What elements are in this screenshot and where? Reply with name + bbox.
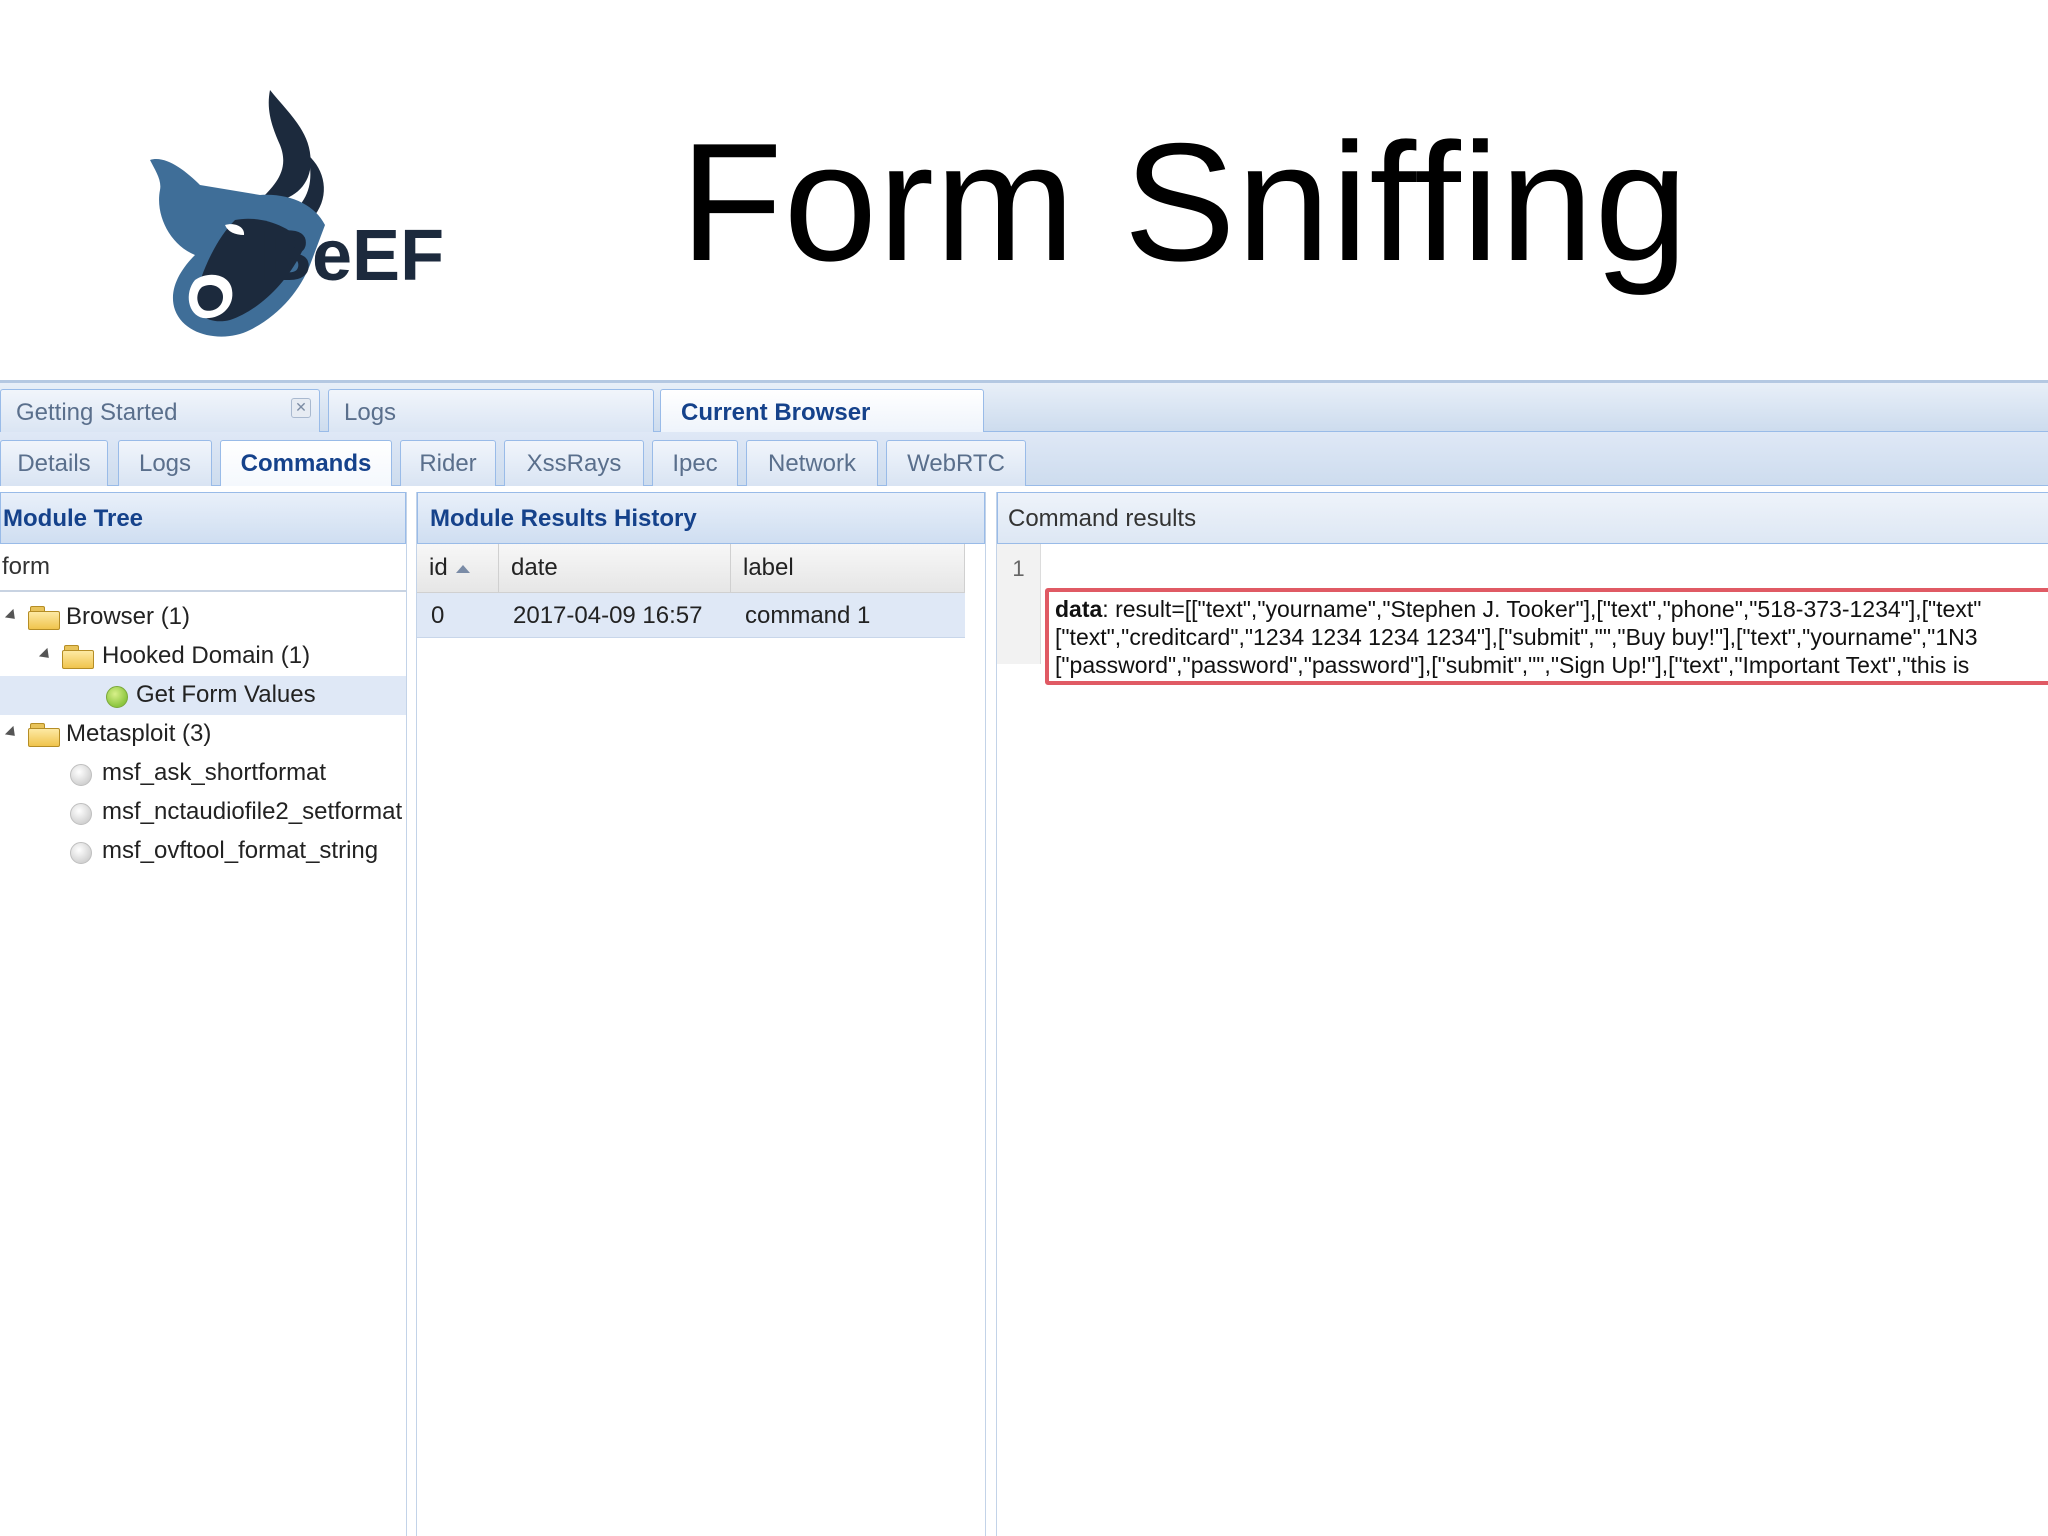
tree-node-msf-nctaudiofile2-setformat[interactable]: msf_nctaudiofile2_setformat [0, 793, 406, 832]
command-results-panel: Command results 1 data: result=[["text",… [996, 492, 2048, 1536]
status-grey-dot-icon [70, 803, 92, 825]
expand-arrow-icon[interactable] [38, 647, 54, 663]
command-result-output: data: result=[["text","yourname","Stephe… [1045, 588, 2048, 685]
module-results-history-header: Module Results History [417, 492, 985, 544]
tab-details[interactable]: Details [0, 440, 108, 486]
tree-node-browser[interactable]: Browser (1) [0, 598, 406, 637]
result-line-3: ["password","password","password"],["sub… [1055, 652, 1970, 678]
module-filter-input[interactable] [0, 544, 406, 592]
tab-commands[interactable]: Commands [220, 440, 392, 486]
tree-node-label: msf_nctaudiofile2_setformat [102, 798, 403, 825]
cell-id: 0 [431, 602, 445, 629]
beef-logo-text: BeEF [260, 216, 444, 296]
column-header-label[interactable]: label [731, 544, 965, 592]
tab-label: Getting Started [16, 399, 178, 426]
module-tree-header: Module Tree [0, 492, 406, 544]
beef-logo: BeEF [150, 90, 444, 337]
tree-node-msf-ovftool-format-string[interactable]: msf_ovftool_format_string [0, 832, 406, 871]
history-grid-header: id date label [417, 544, 965, 593]
tab-label: Current Browser [681, 399, 871, 426]
expand-arrow-icon[interactable] [4, 608, 20, 624]
slide-title: Form Sniffing [680, 108, 1689, 296]
folder-icon [28, 606, 60, 630]
tab-webrtc[interactable]: WebRTC [886, 440, 1026, 486]
tree-node-label: Get Form Values [136, 681, 316, 708]
tree-node-get-form-values[interactable]: Get Form Values [0, 676, 406, 715]
tab-network[interactable]: Network [746, 440, 878, 486]
folder-icon [62, 645, 94, 669]
tab-rider[interactable]: Rider [400, 440, 496, 486]
cell-date: 2017-04-09 16:57 [513, 602, 703, 629]
sort-ascending-icon [455, 564, 470, 573]
close-icon[interactable]: ✕ [291, 398, 311, 418]
module-tree-panel: Module Tree Browser (1) Hooked Domain (1… [0, 492, 407, 1536]
tree-node-label: Hooked Domain (1) [102, 642, 311, 669]
tab-logs-sub[interactable]: Logs [118, 440, 212, 486]
module-results-history-panel: Module Results History id date label 0 2… [416, 492, 986, 1536]
tab-getting-started[interactable]: Getting Started ✕ [0, 389, 320, 435]
column-header-date[interactable]: date [499, 544, 731, 592]
column-header-id[interactable]: id [417, 544, 499, 592]
browser-sub-tab-bar: Details Logs Commands Rider XssRays Ipec… [0, 432, 2048, 486]
tab-xssrays[interactable]: XssRays [504, 440, 644, 486]
bull-horn-icon [260, 90, 311, 202]
tree-node-label: msf_ovftool_format_string [102, 837, 379, 864]
folder-icon [28, 723, 60, 747]
status-grey-dot-icon [70, 764, 92, 786]
tree-node-hooked-domain[interactable]: Hooked Domain (1) [0, 637, 406, 676]
tab-current-browser[interactable]: Current Browser [660, 389, 984, 435]
command-results-header: Command results [997, 492, 2048, 544]
result-line-2: ["text","creditcard","1234 1234 1234 123… [1055, 624, 1978, 650]
tree-node-metasploit[interactable]: Metasploit (3) [0, 715, 406, 754]
status-green-dot-icon [106, 686, 128, 708]
tree-node-label: msf_ask_shortformat [102, 759, 327, 786]
tree-node-msf-ask-shortformat[interactable]: msf_ask_shortformat [0, 754, 406, 793]
result-line-1: data: result=[["text","yourname","Stephe… [1055, 596, 1982, 622]
tab-ipec[interactable]: Ipec [652, 440, 738, 486]
line-number: 1 [997, 544, 1041, 664]
table-row[interactable]: 0 2017-04-09 16:57 command 1 [417, 593, 965, 638]
main-tab-bar: Getting Started ✕ Logs Current Browser [0, 380, 2048, 435]
result-key: data [1055, 596, 1103, 622]
tab-logs[interactable]: Logs [328, 389, 654, 435]
beef-console: Getting Started ✕ Logs Current Browser D… [0, 380, 2048, 1536]
status-grey-dot-icon [70, 842, 92, 864]
expand-arrow-icon[interactable] [4, 725, 20, 741]
tree-node-label: Browser (1) [66, 603, 191, 630]
cell-label: command 1 [745, 602, 871, 629]
tab-label: Logs [344, 399, 397, 426]
tree-node-label: Metasploit (3) [66, 720, 212, 747]
module-tree: Browser (1) Hooked Domain (1) Get Form V… [0, 598, 406, 871]
